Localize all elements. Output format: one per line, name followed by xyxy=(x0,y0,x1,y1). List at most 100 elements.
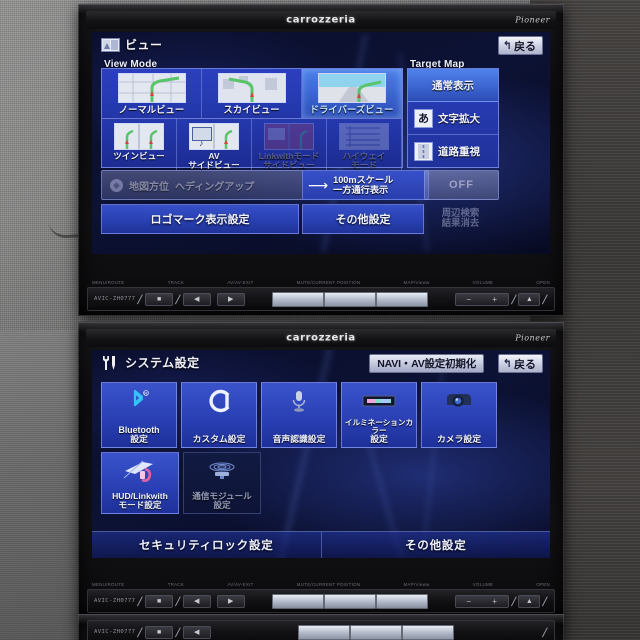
system-bottom-bar: セキュリティロック設定 その他設定 xyxy=(92,531,550,558)
view-mode-sky[interactable]: スカイビュー xyxy=(202,69,302,119)
tile-camera-label1: カメラ設定 xyxy=(437,433,481,444)
view-mode-linkwith-label2: サイドビュー xyxy=(263,160,315,171)
view-mode-row2: ツインビュー ♪ AV サイドビュー Linkwithモード サイドビュー ハイ… xyxy=(101,118,403,172)
map-orientation-label: 地図方位 xyxy=(129,181,169,193)
map-3d-icon xyxy=(217,73,286,103)
view-mid-row: ◆ 地図方位 ヘディングアップ ⟶ 100mスケール 一方通行表示 OFF xyxy=(101,170,499,200)
bezel-slash: / xyxy=(136,291,144,307)
track-prev-button[interactable]: ◀ xyxy=(182,594,211,608)
av-button[interactable] xyxy=(271,291,324,307)
map-orientation-value: ヘディングアップ xyxy=(175,181,255,193)
twin-view-icon xyxy=(114,123,164,150)
linkwith-side-view-icon xyxy=(264,123,314,150)
eject-button[interactable]: ▲ xyxy=(518,292,541,306)
target-map-large-text-label: 文字拡大 xyxy=(438,112,480,125)
av-side-view-icon: ♪ xyxy=(189,123,239,150)
navi-av-reset-button[interactable]: NAVI・AV設定初期化 xyxy=(369,354,484,373)
photo-stage: carrozzeria Pioneer ビュー ↰ 戻る View Mode T… xyxy=(0,0,640,640)
target-map-road-priority[interactable]: 道路重視 xyxy=(408,135,498,167)
view-mode-twin[interactable]: ツインビュー xyxy=(102,119,177,172)
bezel-slash: / xyxy=(174,291,182,307)
view-mode-sky-label: スカイビュー xyxy=(223,104,280,115)
av-button[interactable] xyxy=(297,624,350,640)
page-title: システム設定 xyxy=(125,356,200,370)
track-next-button[interactable]: ▶ xyxy=(216,292,245,306)
bezel-slash: / xyxy=(509,593,518,609)
clear-nearby-results-button[interactable]: 周辺検索 結果消去 xyxy=(424,204,497,232)
track-prev-button[interactable]: ◀ xyxy=(182,625,211,639)
volume-buttons[interactable]: − + xyxy=(454,292,509,306)
back-button[interactable]: ↰ 戻る xyxy=(497,36,543,55)
clear-nearby-line2: 結果消去 xyxy=(441,217,480,228)
bezel-slash: / xyxy=(541,291,549,307)
bezel-slash: / xyxy=(174,624,182,640)
tile-bluetooth-settings[interactable]: R Bluetooth 設定 xyxy=(101,382,177,448)
menu-button[interactable]: ■ xyxy=(145,625,174,639)
logo-display-setting-button[interactable]: ロゴマーク表示設定 xyxy=(101,204,299,234)
av-button[interactable] xyxy=(271,593,324,609)
volume-buttons[interactable]: − + xyxy=(454,594,509,608)
lcd-screen-system[interactable]: システム設定 NAVI・AV設定初期化 ↰ 戻る R Bluetooth 設定 … xyxy=(92,350,550,558)
map-view-button[interactable] xyxy=(375,593,428,609)
system-header: システム設定 NAVI・AV設定初期化 ↰ 戻る xyxy=(92,350,550,376)
map-view-button[interactable] xyxy=(375,291,428,307)
scale-oneway-button[interactable]: ⟶ 100mスケール 一方通行表示 xyxy=(302,170,429,200)
tile-voice-label1: 音声認識設定 xyxy=(272,433,326,444)
view-layout-icon xyxy=(100,37,120,52)
other-settings-button[interactable]: その他設定 xyxy=(320,532,551,558)
tile-camera-settings[interactable]: カメラ設定 xyxy=(421,382,497,448)
volume-down-label: − xyxy=(466,294,472,304)
back-button-label: 戻る xyxy=(514,40,536,53)
hardware-button-bar-top: AVIC-ZH0777 / ■ / ◀ ▶ − + / ▲ / xyxy=(87,287,555,311)
tile-custom-settings[interactable]: カスタム設定 xyxy=(181,382,257,448)
view-mode-row1: ノーマルビュー スカイビュー ドライバーズビュー xyxy=(101,68,403,119)
bezel-slash: / xyxy=(541,593,549,609)
eject-button[interactable]: ▲ xyxy=(518,594,541,608)
current-position-button[interactable] xyxy=(349,624,402,640)
security-lock-settings-button[interactable]: セキュリティロック設定 xyxy=(92,532,321,558)
back-arrow-icon: ↰ xyxy=(502,40,512,52)
map-view-button[interactable] xyxy=(401,624,454,640)
menu-button[interactable]: ■ xyxy=(145,594,174,608)
lcd-screen-view[interactable]: ビュー ↰ 戻る View Mode Target Map ノーマルビュー スカ… xyxy=(92,32,550,254)
tile-custom-label1: カスタム設定 xyxy=(192,433,246,444)
head-unit-top: carrozzeria Pioneer ビュー ↰ 戻る View Mode T… xyxy=(78,4,564,316)
view-mode-normal[interactable]: ノーマルビュー xyxy=(102,69,202,119)
bezel-slash: / xyxy=(136,593,144,609)
tile-bluetooth-label2: 設定 xyxy=(130,433,148,444)
back-button[interactable]: ↰ 戻る xyxy=(497,354,543,373)
driver-view-icon xyxy=(317,73,386,103)
brand-pioneer: Pioneer xyxy=(515,15,550,25)
bezel-top: carrozzeria Pioneer xyxy=(86,11,556,29)
view-mode-linkwith-side[interactable]: Linkwithモード サイドビュー xyxy=(252,119,327,172)
road-icon xyxy=(414,141,433,161)
tile-comm-module-settings[interactable]: 通信モジュール 設定 xyxy=(183,452,261,514)
tile-illum-label1: イルミネーションカラー xyxy=(344,417,414,435)
map-orientation-button[interactable]: ◆ 地図方位 ヘディングアップ xyxy=(101,170,307,200)
other-settings-button[interactable]: その他設定 xyxy=(302,204,424,234)
view-bottom-row: ロゴマーク表示設定 その他設定 周辺検索 結果消去 xyxy=(101,204,497,234)
view-mode-highway[interactable]: ハイウェイ モード xyxy=(327,119,402,172)
current-position-button[interactable] xyxy=(323,291,376,307)
hud-linkwith-icon xyxy=(123,458,157,484)
target-map-normal[interactable]: 通常表示 xyxy=(408,69,498,102)
current-position-button[interactable] xyxy=(323,593,376,609)
head-unit-middle: carrozzeria Pioneer システム設定 NAVI・AV設定初期化 … xyxy=(78,322,564,618)
track-next-button[interactable]: ▶ xyxy=(216,594,245,608)
target-map-normal-label: 通常表示 xyxy=(432,79,474,92)
tile-hud-linkwith-settings[interactable]: HUD/Linkwith モード設定 xyxy=(101,452,179,514)
view-mode-av-side[interactable]: ♪ AV サイドビュー xyxy=(177,119,252,172)
view-mode-drivers[interactable]: ドライバーズビュー xyxy=(302,69,402,119)
oneway-toggle[interactable]: OFF xyxy=(424,170,499,200)
target-map-large-text[interactable]: あ 文字拡大 xyxy=(408,102,498,135)
illumination-color-icon xyxy=(362,388,396,414)
bezel-slash: / xyxy=(509,291,518,307)
system-tiles-row2: HUD/Linkwith モード設定 通信モジュール 設定 xyxy=(101,452,261,514)
arrow-right-icon: ⟶ xyxy=(308,177,329,193)
volume-up-label: + xyxy=(492,596,498,606)
tile-voice-recognition-settings[interactable]: 音声認識設定 xyxy=(261,382,337,448)
track-prev-button[interactable]: ◀ xyxy=(182,292,211,306)
bezel-slash: / xyxy=(541,624,549,640)
tile-illumination-color-settings[interactable]: イルミネーションカラー 設定 xyxy=(341,382,417,448)
menu-button[interactable]: ■ xyxy=(145,292,174,306)
